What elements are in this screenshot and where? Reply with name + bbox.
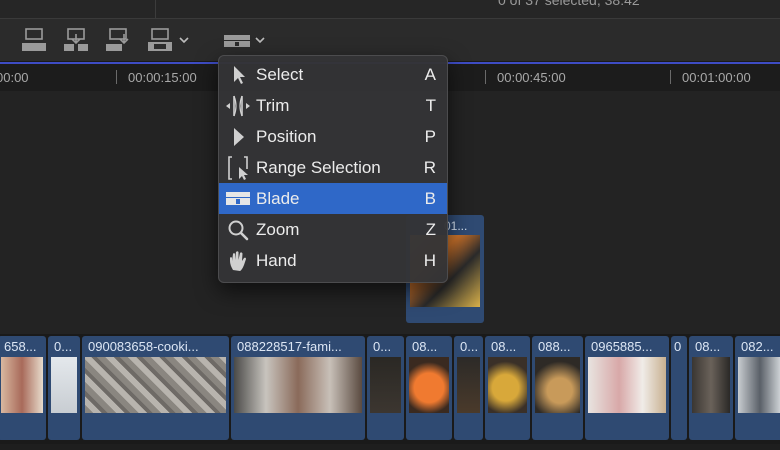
clip-label: 090083658-cooki... [88,339,199,354]
blade-icon [225,187,251,211]
menu-item-shortcut: B [424,188,436,208]
timeline-clip[interactable]: 0965885... [585,336,669,440]
timeline-clip[interactable]: 088228517-fami... [231,336,365,440]
clip-thumbnail [457,357,480,413]
clip-label: 082... [741,339,774,354]
menu-item-label: Blade [256,188,300,208]
clip-thumbnail [488,357,527,413]
ruler-label: 00:01:00:00 [682,70,751,85]
clip-label: 08... [412,339,438,354]
clip-thumbnail [692,357,730,413]
timeline-clip[interactable]: 082... [735,336,780,440]
tools-menu: Select A Trim T Position P Range Selecti… [218,55,448,283]
clip-label: 08... [491,339,517,354]
clip-thumbnail [234,357,362,413]
menu-item-shortcut: A [424,64,436,84]
panel-divider [155,0,156,18]
timeline-clip[interactable]: 0 [671,336,687,440]
timeline-clip[interactable]: 658... [0,336,46,440]
timeline-clip[interactable]: 0... [48,336,80,440]
timeline-clip[interactable]: 090083658-cooki... [82,336,229,440]
clip-thumbnail [588,357,666,413]
menu-item-range-selection[interactable]: Range Selection R [219,152,447,183]
menu-item-shortcut: T [425,95,436,115]
timeline-clip[interactable]: 08... [689,336,733,440]
menu-item-label: Range Selection [256,157,381,177]
range-selection-icon [225,156,251,180]
menu-item-label: Zoom [256,219,300,239]
timeline-clip[interactable]: 088... [532,336,583,440]
arrow-icon [225,63,251,87]
ruler-label: 00:00 [0,70,29,85]
append-clip-button[interactable] [104,27,132,53]
ruler-label: 00:00:45:00 [497,70,566,85]
clip-label: 088... [538,339,571,354]
clip-thumbnail [85,357,226,413]
timeline-clip[interactable]: 0... [367,336,404,440]
clip-thumbnail [370,357,401,413]
menu-item-zoom[interactable]: Zoom Z [219,214,447,245]
zoom-icon [225,218,251,242]
clip-thumbnail [535,357,580,413]
menu-item-label: Position [256,126,317,146]
clip-label: 0... [373,339,392,354]
ruler-label: 00:00:15:00 [128,70,197,85]
menu-item-trim[interactable]: Trim T [219,90,447,121]
tool-selector-button[interactable] [222,27,270,53]
insert-clip-icon [64,28,88,51]
ruler-tick [116,70,117,84]
insert-clip-button[interactable] [62,27,90,53]
clip-thumbnail [738,357,780,413]
clip-thumbnail [1,357,43,413]
menu-item-label: Trim [256,95,290,115]
menu-item-blade[interactable]: Blade B [219,183,447,214]
trim-icon [225,94,251,118]
clip-thumbnail [51,357,77,413]
menu-item-shortcut: Z [425,219,436,239]
ruler-tick [485,70,486,84]
append-clip-icon [106,28,129,51]
menu-item-select[interactable]: Select A [219,59,447,90]
menu-item-shortcut: H [423,250,436,270]
chevron-down-icon [179,37,189,44]
timeline-clip[interactable]: 08... [485,336,530,440]
menu-item-position[interactable]: Position P [219,121,447,152]
menu-item-label: Hand [256,250,297,270]
top-strip: 0 of 37 selected, 38:42 [0,0,780,19]
timeline-clip[interactable]: 08... [406,336,452,440]
clip-label: 0... [460,339,479,354]
clip-label: 0 [674,339,682,354]
clip-label: 088228517-fami... [237,339,342,354]
clip-label: 08... [695,339,721,354]
clip-label: 0... [54,339,73,354]
ruler-tick [670,70,671,84]
connect-clip-icon [22,28,46,51]
blade-icon [224,35,265,47]
chevron-down-icon [255,37,265,44]
menu-item-label: Select [256,64,304,84]
menu-item-shortcut: P [424,126,436,146]
clip-label: 658... [4,339,37,354]
hand-icon [225,249,251,273]
timeline-clip[interactable]: 0... [454,336,483,440]
selection-status: 0 of 37 selected, 38:42 [498,0,640,8]
overwrite-clip-icon [148,28,189,51]
connect-clip-button[interactable] [20,27,48,53]
menu-item-hand[interactable]: Hand H [219,245,447,276]
position-icon [225,125,251,149]
clip-label: 0965885... [591,339,653,354]
menu-item-shortcut: R [423,157,436,177]
clip-thumbnail [409,357,449,413]
overwrite-clip-button[interactable] [146,27,192,53]
